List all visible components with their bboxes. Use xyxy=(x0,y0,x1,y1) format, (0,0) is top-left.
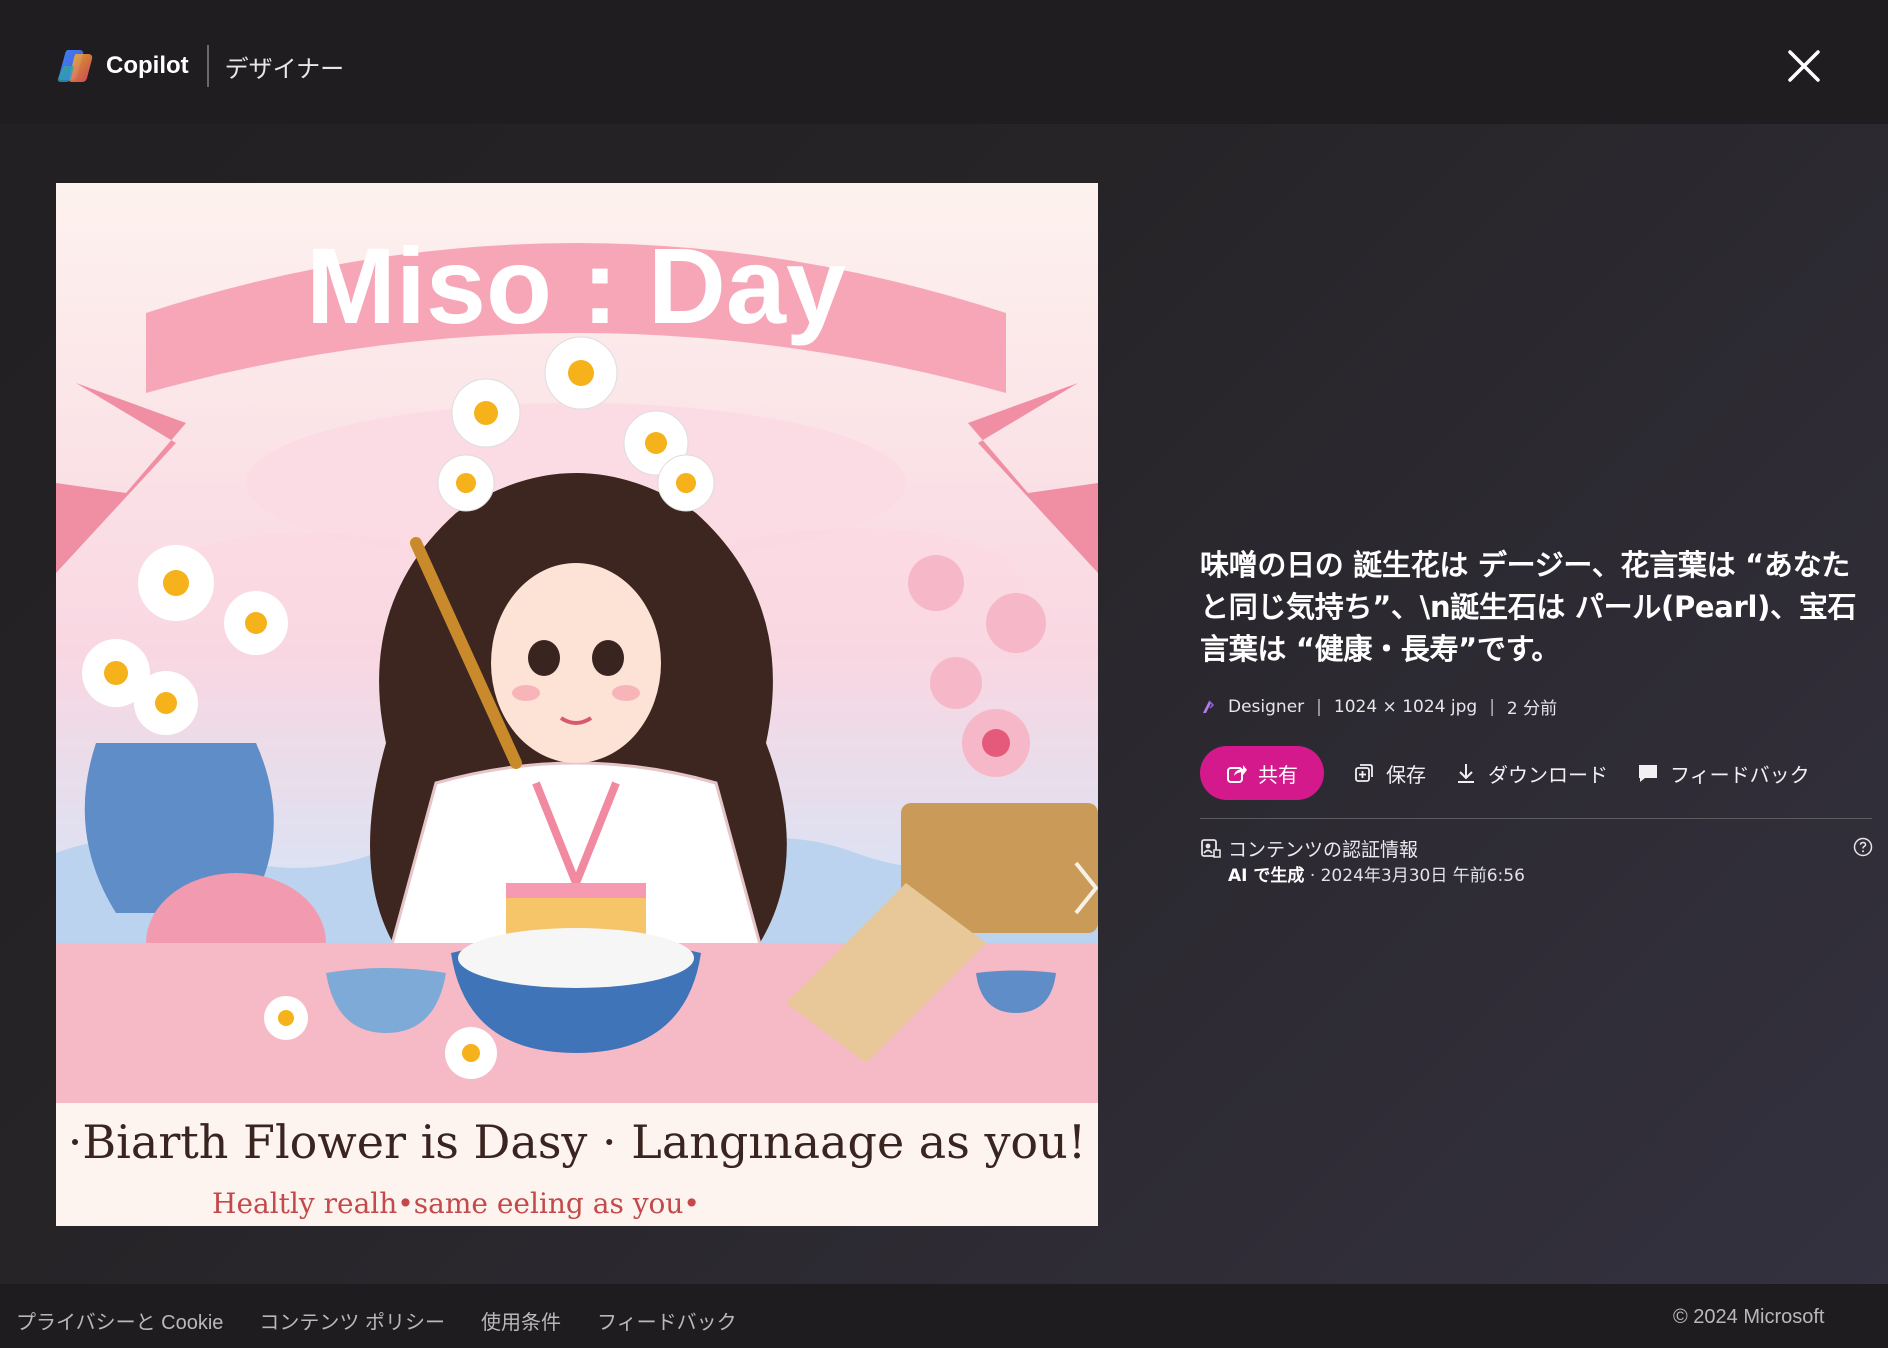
help-icon[interactable] xyxy=(1853,837,1873,857)
brand-divider xyxy=(206,45,209,87)
close-icon xyxy=(1788,50,1820,82)
footer-link-terms[interactable]: 使用条件 xyxy=(481,1306,561,1335)
footer-link-feedback[interactable]: フィードバック xyxy=(597,1306,737,1335)
designer-icon xyxy=(1203,699,1215,713)
share-button[interactable]: 共有 xyxy=(1200,746,1324,800)
image-meta: Designer | 1024 × 1024 jpg | 2 分前 xyxy=(1200,694,1872,719)
image-age: 2 分前 xyxy=(1506,699,1558,719)
footer: プライバシーと Cookie コンテンツ ポリシー 使用条件 フィードバック ©… xyxy=(0,1284,1888,1348)
generated-date: · 2024年3月30日 午前6:56 xyxy=(1309,866,1525,886)
content-credentials-icon xyxy=(1201,839,1221,858)
image-canvas: Miso : Day ·Biarth Flower is Dasy · Lang… xyxy=(56,183,1098,1226)
meta-separator: | xyxy=(1316,696,1322,717)
feedback-label: フィードバック xyxy=(1670,762,1810,787)
image-source: Designer xyxy=(1228,696,1305,717)
download-label: ダウンロード xyxy=(1488,762,1608,787)
banner-text: Miso : Day xyxy=(306,225,846,346)
image-dimensions: 1024 × 1024 jpg xyxy=(1333,696,1478,717)
designer-viewer: Copilot デザイナー Miso: Day ·Biarth Flower … xyxy=(0,0,1888,1348)
footer-link-privacy[interactable]: プライバシーと Cookie xyxy=(16,1306,223,1335)
generated-image[interactable]: Miso : Day ·Biarth Flower is Dasy · Lang… xyxy=(56,183,1098,1226)
download-icon xyxy=(1458,764,1474,783)
save-collection-icon xyxy=(1355,764,1373,782)
brand-name: Copilot xyxy=(106,52,189,79)
brand[interactable]: Copilot デザイナー xyxy=(56,44,344,88)
feedback-icon xyxy=(1639,765,1657,782)
copilot-logo-icon xyxy=(57,50,93,82)
product-name: デザイナー xyxy=(224,54,345,83)
copyright: © 2024 Microsoft xyxy=(1673,1306,1825,1328)
divider xyxy=(1200,818,1872,819)
close-button[interactable] xyxy=(1782,44,1826,88)
ai-generated-label: AI で生成 xyxy=(1228,866,1305,886)
feedback-button[interactable]: フィードバック xyxy=(1636,759,1810,788)
image-caption-line2: Healtly realh•same eeling as you• xyxy=(212,1187,700,1220)
image-caption-line1: ·Biarth Flower is Dasy · Langınaage as y… xyxy=(68,1115,1087,1169)
credentials-detail: AI で生成 · 2024年3月30日 午前6:56 xyxy=(1228,861,1525,886)
share-icon xyxy=(1227,765,1247,783)
content-credentials: コンテンツの認証情報 AI で生成 · 2024年3月30日 午前6:56 xyxy=(1200,835,1873,886)
top-bar: Copilot デザイナー xyxy=(0,0,1888,124)
share-label: 共有 xyxy=(1258,762,1298,787)
footer-link-content-policy[interactable]: コンテンツ ポリシー xyxy=(259,1306,445,1335)
save-label: 保存 xyxy=(1386,762,1426,787)
footer-links: プライバシーと Cookie コンテンツ ポリシー 使用条件 フィードバック xyxy=(16,1306,773,1335)
meta-separator: | xyxy=(1489,696,1495,717)
image-details-panel: 味噌の日の 誕生花は デージー、花言葉は “あなたと同じ気持ち”、\n誕生石は … xyxy=(1200,544,1873,886)
credentials-title: コンテンツの認証情報 xyxy=(1228,839,1419,861)
download-button[interactable]: ダウンロード xyxy=(1454,759,1608,788)
image-prompt-title: 味噌の日の 誕生花は デージー、花言葉は “あなたと同じ気持ち”、\n誕生石は … xyxy=(1200,548,1857,666)
save-button[interactable]: 保存 xyxy=(1352,759,1426,788)
action-row: 共有 保存 ダウンロード フィードバック xyxy=(1200,746,1872,800)
